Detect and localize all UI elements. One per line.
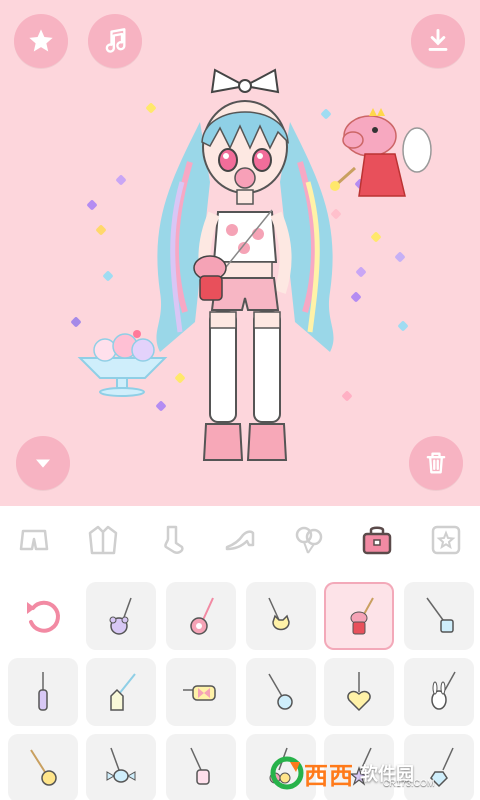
item-bear-bag[interactable] (86, 582, 156, 650)
ice-cream-sundae-decoration (77, 330, 168, 397)
item-bottle-charm[interactable] (8, 658, 78, 726)
tab-bottoms[interactable] (6, 512, 62, 568)
delete-button[interactable] (409, 436, 463, 490)
item-heart-bag[interactable] (324, 658, 394, 726)
item-heart-charm[interactable] (8, 734, 78, 800)
site-watermark: 西西 软件园 CR173.COM (270, 750, 470, 796)
bow-pouch-icon (183, 685, 216, 701)
character-stage (0, 0, 480, 506)
watermark-url: CR173.COM (383, 778, 435, 788)
star-icon (29, 29, 53, 52)
jacket-icon (88, 525, 118, 555)
item-wrapped-candy-charm[interactable] (86, 734, 156, 800)
sock-icon (164, 525, 185, 554)
item-milk-carton-bag[interactable] (86, 658, 156, 726)
download-button[interactable] (411, 14, 465, 68)
tab-backgrounds[interactable] (418, 512, 474, 568)
cat-bag-icon (268, 597, 290, 631)
reset-item-button[interactable] (8, 582, 78, 650)
milk-carton-icon (110, 673, 136, 711)
bunny-charm-icon (431, 671, 456, 710)
tab-props[interactable] (281, 512, 337, 568)
item-flower-bag[interactable] (166, 582, 236, 650)
item-crossbody-bag[interactable] (404, 582, 474, 650)
heart-charm-icon (30, 749, 57, 786)
character-figure (156, 68, 334, 461)
shorts-icon (20, 529, 49, 551)
tab-outerwear[interactable] (75, 512, 131, 568)
watermark-title: 西西 (304, 762, 354, 790)
bear-bag-icon (109, 597, 132, 635)
music-button[interactable] (88, 14, 142, 68)
music-note-icon (105, 28, 126, 53)
tab-shoes[interactable] (212, 512, 268, 568)
reset-icon (27, 600, 60, 633)
item-candy-bag[interactable] (246, 658, 316, 726)
item-bunny-charm[interactable] (404, 658, 474, 726)
candy-bag-icon (268, 673, 293, 710)
wrapped-candy-icon (106, 747, 136, 783)
item-ice-pop-charm[interactable] (166, 734, 236, 800)
favorite-button[interactable] (14, 14, 68, 68)
item-peppa-bag[interactable] (324, 582, 394, 650)
dress-up-app: 西西 软件园 CR173.COM (0, 0, 480, 800)
peppa-fairy-decoration (330, 108, 432, 197)
watermark-logo (270, 756, 304, 790)
high-heel-icon (225, 530, 255, 551)
item-cat-bag[interactable] (246, 582, 316, 650)
heart-bag-icon (347, 672, 371, 712)
bottle-charm-icon (38, 672, 48, 711)
collapse-button[interactable] (16, 436, 70, 490)
flower-bag-icon (190, 597, 214, 635)
download-icon (428, 29, 448, 51)
ice-pop-icon (190, 747, 210, 785)
peppa-bag-icon (350, 597, 374, 635)
tab-bags[interactable] (349, 512, 405, 568)
bag-icon (362, 526, 392, 555)
crossbody-bag-icon (426, 597, 454, 633)
category-tabs (0, 506, 480, 574)
star-frame-icon (431, 525, 460, 555)
tab-socks[interactable] (143, 512, 199, 568)
item-bow-pouch[interactable] (166, 658, 236, 726)
trash-icon (426, 452, 446, 474)
chevron-down-icon (36, 459, 50, 468)
balloons-icon (295, 526, 322, 554)
